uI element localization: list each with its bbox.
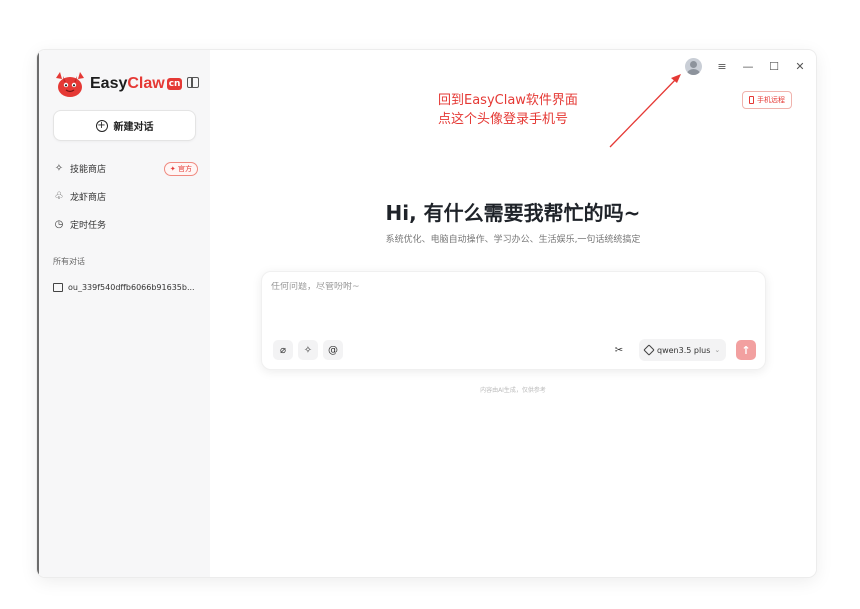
sidebar-item-skill-store[interactable]: ✧ 技能商店 ✦ 官方 <box>53 161 198 176</box>
sidebar-item-label: 龙虾商店 <box>70 193 107 203</box>
app-name-claw: Claw <box>127 75 165 92</box>
official-badge: ✦ 官方 <box>163 161 198 176</box>
mention-icon[interactable]: @ <box>323 340 343 360</box>
conversation-title: ou_339f540dffb6066b91635b... <box>68 283 195 292</box>
chevron-down-icon: ⌄ <box>714 346 721 354</box>
sidebar-item-lobster-store[interactable]: ♧ 龙虾商店 <box>53 190 198 203</box>
clock-icon: ◷ <box>54 219 64 230</box>
plus-circle-icon: + <box>95 119 108 132</box>
crab-mascot-icon <box>56 72 84 97</box>
greeting-subtitle: 系统优化、电脑自动操作、学习办公、生活娱乐,一句话统统搞定 <box>385 235 641 245</box>
annotation-text: 回到EasyClaw软件界面 点这个头像登录手机号 <box>438 91 578 129</box>
sparkle-icon: ✧ <box>54 163 64 174</box>
shrimp-icon: ♧ <box>54 191 64 202</box>
all-conversations-heading: 所有对话 <box>53 257 85 266</box>
conversation-item[interactable]: ou_339f540dffb6066b91635b... <box>53 283 198 292</box>
official-badge-label: 官方 <box>178 164 192 173</box>
ai-disclaimer: 内容由AI生成，仅供参考 <box>480 387 546 394</box>
sidebar-item-label: 技能商店 <box>70 165 107 175</box>
new-chat-button[interactable]: + 新建对话 <box>53 110 196 141</box>
app-logo: EasyClaw cn <box>53 70 183 98</box>
annotation-line-2: 点这个头像登录手机号 <box>438 112 569 127</box>
app-name-easy: Easy <box>90 75 128 92</box>
sidebar-item-label: 定时任务 <box>70 221 107 231</box>
chat-bubble-icon <box>53 283 63 292</box>
greeting-title: Hi, 有什么需要我帮忙的吗~ <box>385 201 641 225</box>
main-panel: ≡ — ☐ ✕ 手机远程 回到EasyClaw软件界面 点这个头像登录手机号 H… <box>210 50 816 577</box>
app-name: EasyClaw <box>90 75 165 93</box>
sidebar: EasyClaw cn + 新建对话 ✧ 技能商店 ✦ 官方 ♧ 龙虾商店 ◷ … <box>37 50 210 577</box>
sidebar-collapse-icon[interactable] <box>187 77 199 88</box>
sparkles-icon[interactable]: ✧ <box>298 340 318 360</box>
model-selector[interactable]: qwen3.5 plus ⌄ <box>639 339 726 361</box>
app-window: EasyClaw cn + 新建对话 ✧ 技能商店 ✦ 官方 ♧ 龙虾商店 ◷ … <box>37 50 816 577</box>
sidebar-item-scheduled-tasks[interactable]: ◷ 定时任务 <box>53 218 198 231</box>
chat-composer: ⌀ ✧ @ ✂ qwen3.5 plus ⌄ ↑ <box>261 271 766 370</box>
annotation-line-1: 回到EasyClaw软件界面 <box>438 93 578 108</box>
scissors-icon[interactable]: ✂ <box>609 340 629 360</box>
region-badge: cn <box>166 78 183 90</box>
arrow-up-icon: ↑ <box>741 343 751 357</box>
new-chat-label: 新建对话 <box>113 122 154 133</box>
attach-icon[interactable]: ⌀ <box>273 340 293 360</box>
send-button[interactable]: ↑ <box>736 340 756 360</box>
chat-input[interactable] <box>271 282 751 292</box>
model-name: qwen3.5 plus <box>657 345 711 355</box>
cube-icon <box>643 344 655 356</box>
